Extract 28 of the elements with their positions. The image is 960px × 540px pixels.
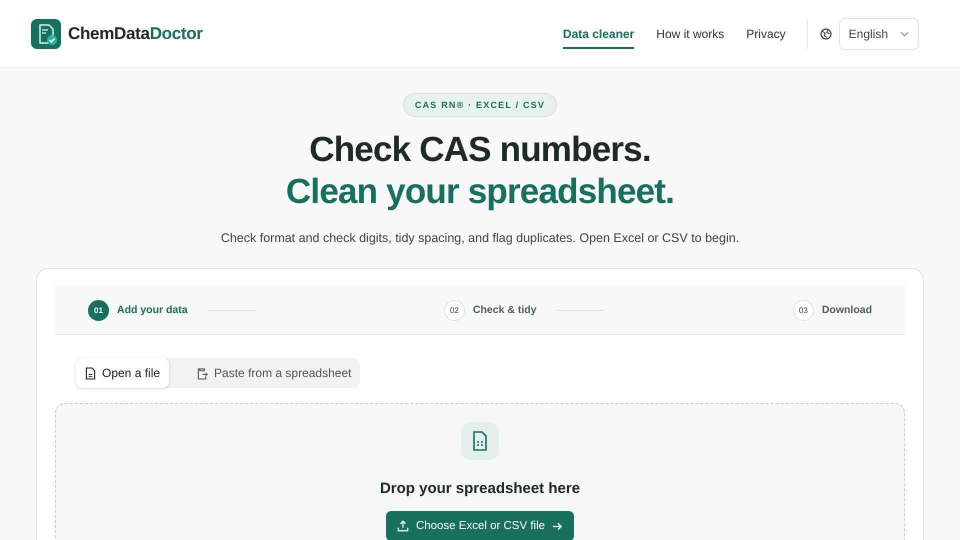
nav-link[interactable]: Privacy xyxy=(746,18,786,48)
spreadsheet-file-icon xyxy=(461,422,499,460)
document-icon xyxy=(85,366,96,380)
nav-link[interactable]: How it works xyxy=(656,18,724,48)
choose-file-button[interactable]: Choose Excel or CSV file xyxy=(386,511,574,540)
hero-title: Clean your spreadsheet. xyxy=(286,171,674,213)
logo-icon xyxy=(31,18,61,48)
step-label: Add your data xyxy=(117,304,188,316)
arrow-right-icon xyxy=(552,520,564,532)
hero-subtitle: Check format and check digits, tidy spacing, and flag duplicates. Open Excel or CSV to begin. xyxy=(220,231,740,245)
drop-zone[interactable]: Drop your spreadsheet here Choose Excel or CSV file xyxy=(55,403,905,540)
brand-name[interactable]: ChemDataDoctor xyxy=(68,24,203,44)
input-tab[interactable]: Paste from a spreadsheet xyxy=(169,358,360,388)
step-number: 02 xyxy=(444,300,465,320)
clipboard-icon xyxy=(197,366,208,380)
language-select[interactable]: English xyxy=(838,18,919,50)
step-label: Check & tidy xyxy=(472,304,537,316)
chevron-down-icon xyxy=(900,30,909,36)
step-number: 03 xyxy=(792,300,814,320)
step-number: 01 xyxy=(88,300,109,320)
category-badge: CAS RN® · EXCEL / CSV xyxy=(402,93,558,117)
hero-title: Check CAS numbers. xyxy=(309,129,651,171)
globe-icon xyxy=(820,28,832,40)
nav-link[interactable]: Data cleaner xyxy=(562,18,634,48)
step-label: Download xyxy=(822,304,872,316)
drop-title: Drop your spreadsheet here xyxy=(380,480,580,497)
upload-icon xyxy=(396,520,409,532)
input-tab[interactable]: Open a file xyxy=(76,358,170,388)
